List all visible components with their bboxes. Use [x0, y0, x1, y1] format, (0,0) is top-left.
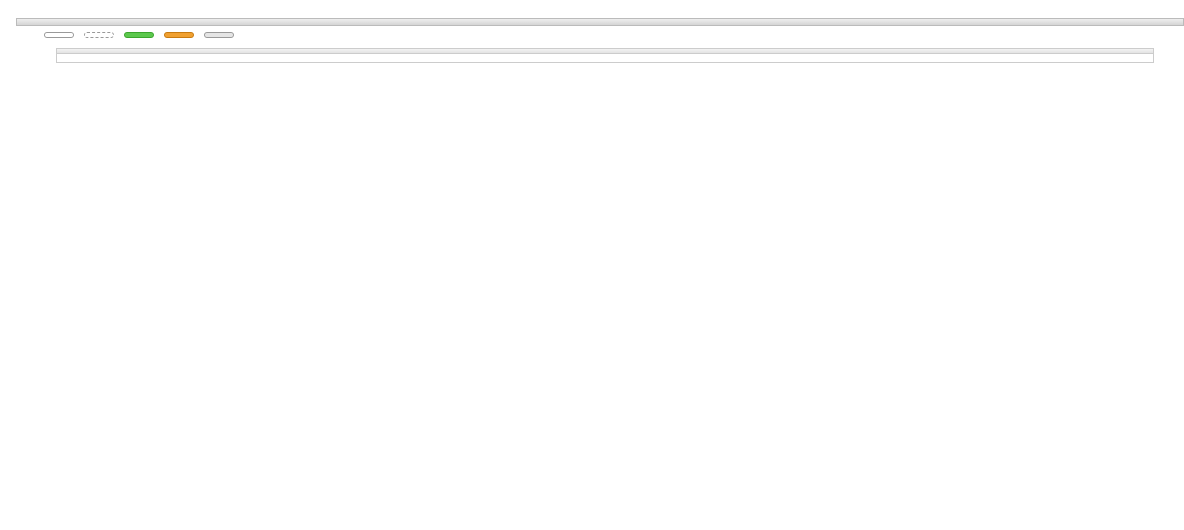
legend-instantaneous — [84, 32, 114, 38]
legend-over — [164, 32, 194, 38]
app-queues-header[interactable] — [16, 18, 1184, 26]
legend-steady — [44, 32, 74, 38]
queue-status-panel — [56, 48, 1154, 63]
legend-max — [204, 32, 234, 38]
legend-used — [124, 32, 154, 38]
legend-row — [0, 26, 1184, 44]
